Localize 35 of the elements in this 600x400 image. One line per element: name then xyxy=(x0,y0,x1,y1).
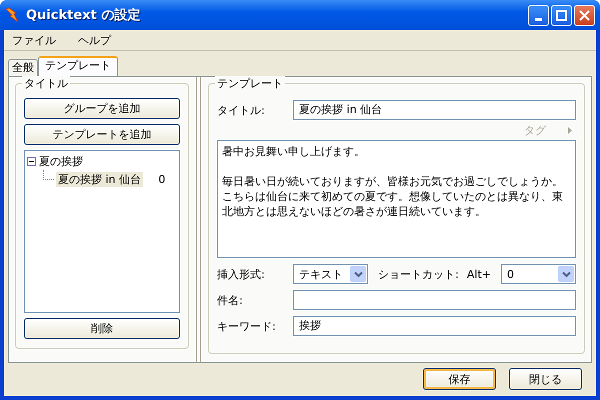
shortcut-prefix: Alt+ xyxy=(466,268,491,280)
collapse-icon[interactable] xyxy=(27,157,36,166)
close-icon xyxy=(579,10,590,20)
tree-item[interactable]: 夏の挨拶 in 仙台 xyxy=(56,172,144,186)
item-count: 0 xyxy=(158,172,166,186)
minimize-button[interactable] xyxy=(528,4,549,26)
minimize-icon xyxy=(535,18,542,20)
maximize-button[interactable] xyxy=(551,4,572,26)
close-dialog-button[interactable]: 閉じる xyxy=(509,368,582,390)
maximize-icon xyxy=(556,10,567,20)
shortcut-dropdown[interactable]: 0 xyxy=(501,264,576,284)
window-title: Quicktext の設定 xyxy=(26,6,142,24)
field-label: タイトル: xyxy=(217,102,266,118)
field-label: ショートカット: xyxy=(377,266,459,282)
tree-item[interactable]: 夏の挨拶 xyxy=(39,154,83,169)
group-title: タイトル xyxy=(22,76,70,91)
tab[interactable]: テンプレート xyxy=(38,56,118,76)
group-title: テンプレート xyxy=(215,76,286,91)
save-button[interactable]: 保存 xyxy=(423,368,496,390)
add-button[interactable]: グループを追加 xyxy=(24,98,180,119)
add-button[interactable]: テンプレートを追加 xyxy=(24,124,180,145)
title-field[interactable]: 夏の挨拶 in 仙台 xyxy=(293,100,576,120)
subject-field[interactable] xyxy=(293,290,576,310)
menu-item[interactable]: ヘルプ xyxy=(74,32,119,48)
keyword-field[interactable]: 挨拶 xyxy=(293,316,576,336)
close-button[interactable] xyxy=(574,4,595,26)
insert-format-dropdown[interactable]: テキスト xyxy=(293,264,368,284)
field-label: 件名: xyxy=(217,292,244,308)
template-body-field[interactable]: 暑中お見舞い申し上げます。 毎日暑い日が続いておりますが、皆様お元気でお過ごしでしょうか。こちらは仙台に来て初めての夏です。想像していたのとは異なり、東北地方とは思えないほどの暑さが連日続いています。 xyxy=(217,140,576,258)
delete-button[interactable]: 削除 xyxy=(24,318,180,339)
lightning-icon xyxy=(5,7,21,23)
menu-item[interactable]: ファイル xyxy=(8,32,64,48)
tab[interactable]: 全般 xyxy=(8,59,38,76)
field-label: キーワード: xyxy=(217,318,277,334)
field-label: 挿入形式: xyxy=(217,266,266,282)
